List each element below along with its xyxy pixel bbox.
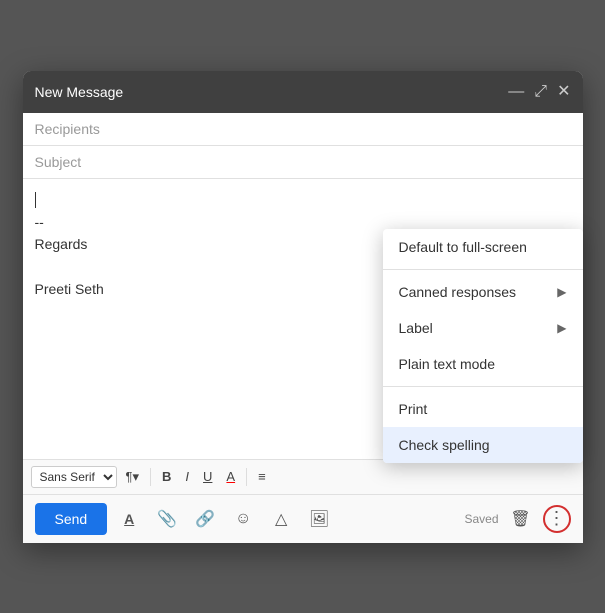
- menu-item-plain-text[interactable]: Plain text mode: [383, 346, 583, 382]
- align-button[interactable]: ≡: [253, 466, 271, 487]
- cursor: [35, 192, 36, 208]
- more-options-button[interactable]: ⋮: [543, 505, 571, 533]
- label-arrow: ▶: [557, 321, 566, 335]
- font-color-label: A: [226, 469, 235, 484]
- menu-separator-1: [383, 269, 583, 270]
- divider-2: [246, 468, 247, 486]
- drive-icon: △: [275, 509, 287, 529]
- font-size-button[interactable]: ¶▾: [121, 466, 145, 488]
- canned-responses-arrow: ▶: [557, 285, 566, 299]
- menu-item-print[interactable]: Print: [383, 391, 583, 427]
- menu-separator-2: [383, 386, 583, 387]
- attach-icon: 📎: [157, 509, 177, 529]
- delete-button[interactable]: 🗑: [507, 505, 535, 533]
- menu-item-fullscreen[interactable]: Default to full-screen: [383, 229, 583, 265]
- format-text-icon: A: [124, 511, 134, 527]
- formatting-toolbar: Sans Serif ¶▾ B I U A ≡: [23, 459, 583, 494]
- divider-1: [150, 468, 151, 486]
- insert-link-button[interactable]: 🔗: [191, 505, 219, 533]
- delete-icon: 🗑: [510, 509, 530, 529]
- close-icon[interactable]: ✕: [557, 84, 570, 100]
- send-button[interactable]: Send: [35, 503, 108, 535]
- font-size-icon: ¶▾: [126, 469, 140, 485]
- underline-button[interactable]: U: [198, 466, 217, 487]
- menu-item-check-spelling[interactable]: Check spelling: [383, 427, 583, 463]
- insert-drive-button[interactable]: △: [267, 505, 295, 533]
- bottom-bar: Send A 📎 🔗 ☺ △ 🖼 Saved 🗑: [23, 494, 583, 543]
- menu-item-label[interactable]: Label ▶: [383, 310, 583, 346]
- emoji-icon: ☺: [235, 510, 251, 528]
- recipients-row: [23, 113, 583, 146]
- font-color-button[interactable]: A: [221, 466, 240, 487]
- title-bar-actions: — ⤢ ✕: [508, 84, 570, 100]
- menu-item-canned-responses[interactable]: Canned responses ▶: [383, 274, 583, 310]
- body-line4: Preeti Seth: [35, 281, 104, 297]
- subject-input[interactable]: [35, 154, 571, 170]
- more-icon: ⋮: [548, 508, 566, 529]
- insert-photo-button[interactable]: 🖼: [305, 505, 333, 533]
- body-line2: Regards: [35, 236, 88, 252]
- format-text-button[interactable]: A: [115, 505, 143, 533]
- bold-button[interactable]: B: [157, 466, 176, 487]
- recipients-input[interactable]: [35, 121, 571, 137]
- insert-emoji-button[interactable]: ☺: [229, 505, 257, 533]
- compose-window: New Message — ⤢ ✕ -- Regards Preeti Seth…: [23, 71, 583, 543]
- minimize-icon[interactable]: —: [508, 84, 524, 100]
- italic-button[interactable]: I: [180, 466, 194, 487]
- attach-file-button[interactable]: 📎: [153, 505, 181, 533]
- font-family-select[interactable]: Sans Serif: [31, 466, 117, 488]
- link-icon: 🔗: [195, 509, 215, 529]
- expand-icon[interactable]: ⤢: [534, 84, 547, 100]
- photo-icon: 🖼: [309, 509, 329, 529]
- saved-status: Saved: [464, 512, 498, 526]
- dropdown-menu: Default to full-screen Canned responses …: [383, 229, 583, 463]
- window-title: New Message: [35, 84, 124, 100]
- title-bar: New Message — ⤢ ✕: [23, 71, 583, 113]
- bottom-actions: A 📎 🔗 ☺ △ 🖼: [115, 505, 456, 533]
- subject-row: [23, 146, 583, 179]
- body-line1: --: [35, 214, 44, 230]
